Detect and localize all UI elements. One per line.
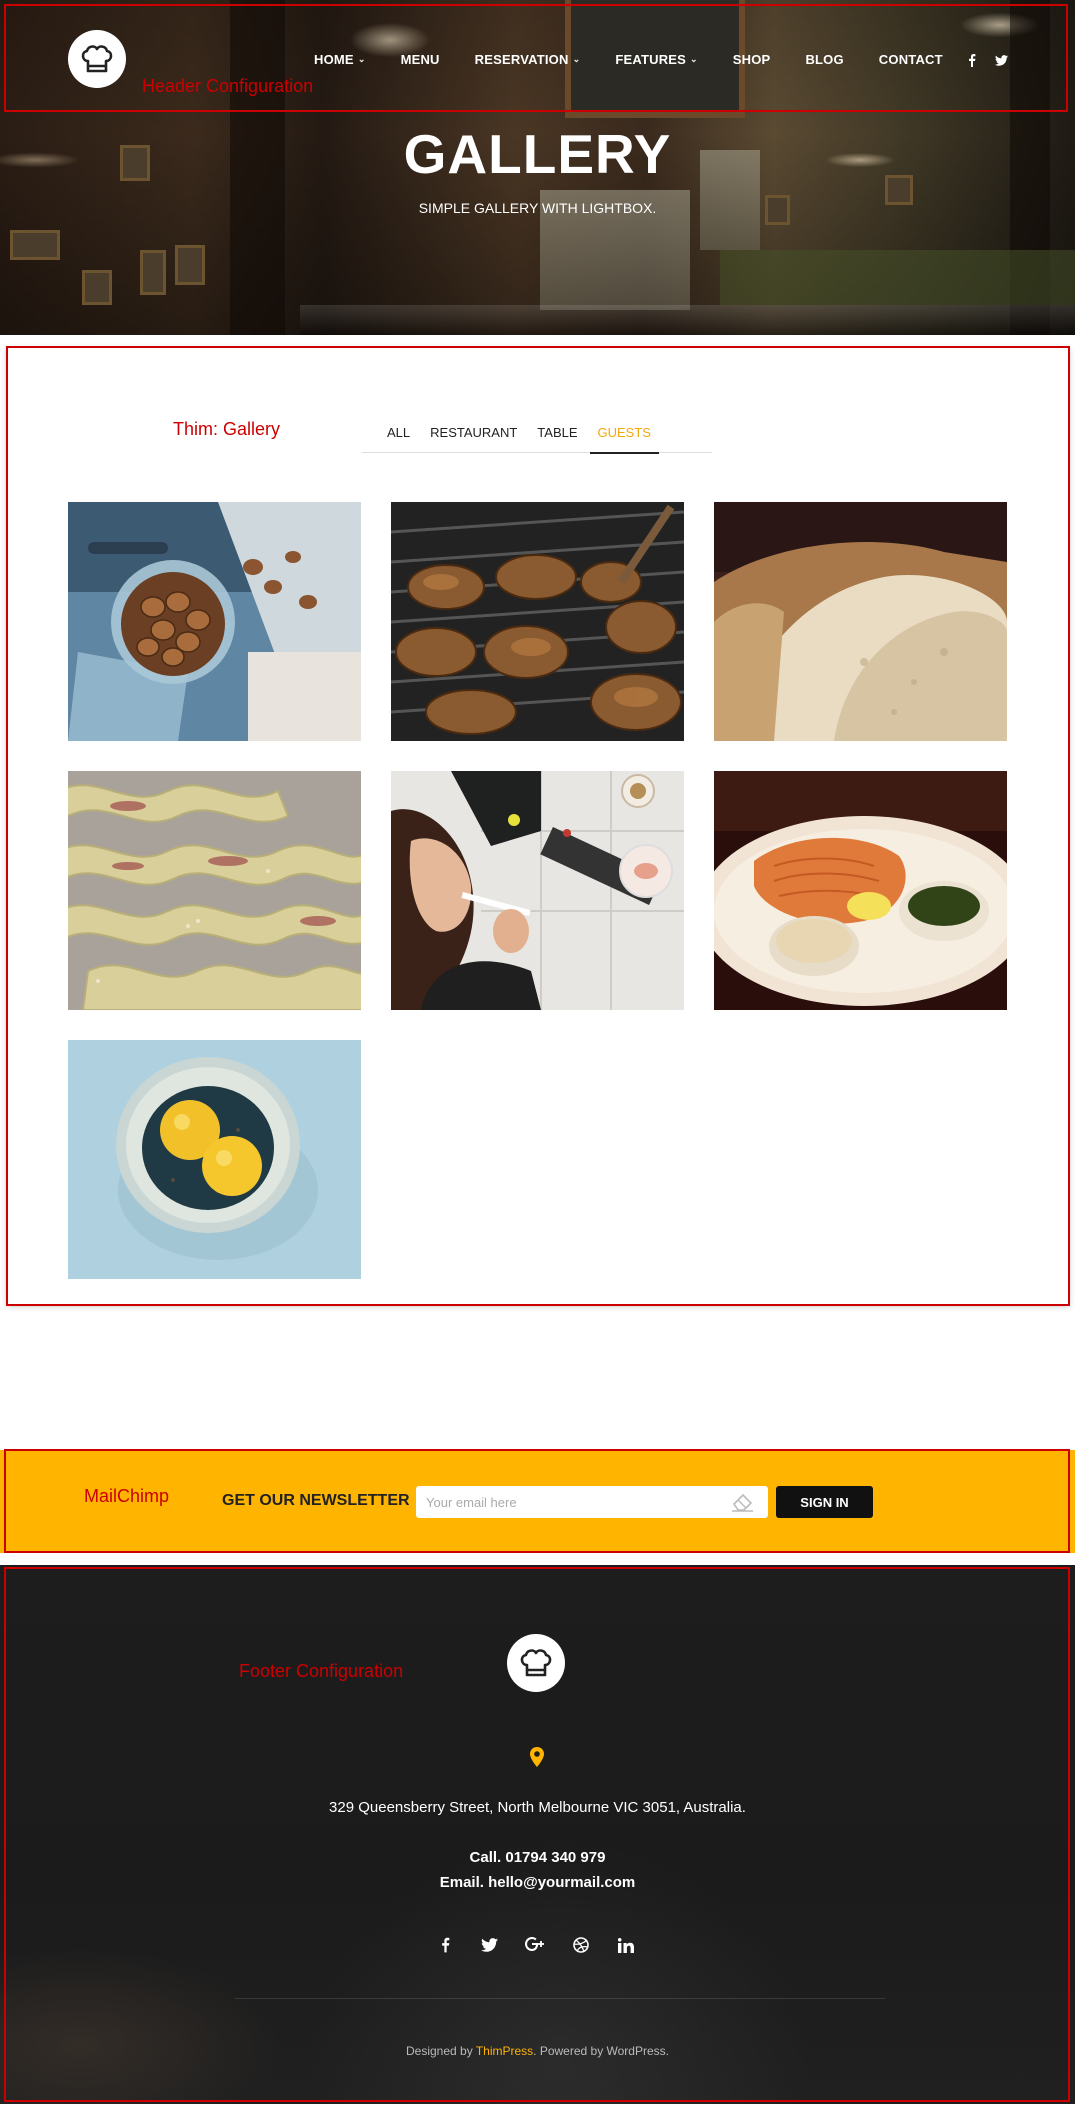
nav-contact[interactable]: CONTACT (879, 52, 943, 67)
gallery-photo (391, 502, 684, 741)
newsletter-title: GET OUR NEWSLETTER (222, 1492, 410, 1509)
hero-background-frame (140, 250, 166, 295)
nav-features-label: FEATURES (615, 52, 687, 67)
chevron-down-icon: ⌄ (357, 54, 366, 64)
nav-features[interactable]: FEATURES ⌄ (615, 52, 697, 67)
hero-background-frame (175, 245, 205, 285)
google-plus-icon (525, 1937, 544, 1952)
hero-background-table (300, 305, 1075, 335)
newsletter-email-input[interactable] (416, 1486, 768, 1518)
hero-background-frame (82, 270, 112, 305)
chevron-down-icon: ⌄ (572, 54, 581, 64)
gallery-annotation-label: Thim: Gallery (173, 419, 281, 439)
nav-shop[interactable]: SHOP (733, 52, 771, 67)
footer-email: Email. hello@yourmail.com (439, 1874, 636, 1891)
filter-table[interactable]: TABLE (537, 425, 577, 453)
gallery-image-bread[interactable] (714, 502, 1007, 741)
chef-hat-icon (520, 1649, 552, 1677)
nav-reservation-label: RESERVATION (474, 52, 569, 67)
header-twitter-link[interactable] (993, 52, 1009, 68)
nav-menu-label: MENU (400, 52, 440, 67)
nav-home-label: HOME (314, 52, 354, 67)
header-annotation-label: Header Configuration (142, 76, 314, 96)
footer-phone: Call. 01794 340 979 (469, 1849, 606, 1866)
hero-background-panel (720, 250, 1075, 305)
footer-linkedin-link[interactable] (615, 1934, 637, 1956)
site-logo[interactable] (68, 30, 126, 88)
gallery-photo (714, 771, 1007, 1010)
gallery-photo (68, 771, 361, 1010)
footer-dribbble-link[interactable] (570, 1934, 592, 1956)
gallery-photo (714, 502, 1007, 741)
filter-restaurant[interactable]: RESTAURANT (430, 425, 517, 453)
gallery-photo (391, 771, 684, 1010)
filter-guests[interactable]: GUESTS (589, 425, 660, 454)
nav-contact-label: CONTACT (878, 52, 943, 67)
nav-reservation[interactable]: RESERVATION ⌄ (475, 52, 581, 67)
footer-credits: Designed by ThimPress. Powered by WordPr… (0, 2044, 1075, 2058)
footer-address: 329 Queensberry Street, North Melbourne … (329, 1799, 746, 1816)
credit-suffix: . Powered by WordPress. (533, 2044, 669, 2058)
gallery-image-woman-eating[interactable] (391, 771, 684, 1010)
nav-shop-label: SHOP (732, 52, 771, 67)
credit-prefix: Designed by (405, 2044, 476, 2058)
footer-google-plus-link[interactable] (524, 1934, 546, 1956)
nav-blog[interactable]: BLOG (805, 52, 843, 67)
newsletter-annotation-label: MailChimp (84, 1486, 170, 1506)
thimpress-link[interactable]: ThimPress (476, 2044, 533, 2058)
nav-blog-label: BLOG (805, 52, 844, 67)
nav-menu[interactable]: MENU (401, 52, 440, 67)
dribbble-icon (573, 1937, 589, 1953)
page-subtitle: SIMPLE GALLERY WITH LIGHTBOX. (418, 200, 657, 216)
main-nav: HOME ⌄ MENU RESERVATION ⌄ FEATURES ⌄ SHOP B… (314, 52, 978, 67)
gallery-image-pastry-rolls[interactable] (68, 771, 361, 1010)
chef-hat-icon (81, 45, 113, 73)
map-pin-icon (530, 1747, 544, 1767)
gallery-image-walnuts[interactable] (68, 502, 361, 741)
footer-annotation-label: Footer Configuration (239, 1661, 404, 1681)
footer-facebook-link[interactable] (434, 1934, 456, 1956)
gallery-image-grilled-meat[interactable] (391, 502, 684, 741)
eraser-icon (732, 1493, 753, 1512)
hero-background-frame (10, 230, 60, 260)
footer-divider (235, 1998, 885, 1999)
gallery-image-lemons-bowl[interactable] (68, 1040, 361, 1279)
gallery-photo (68, 1040, 361, 1279)
gallery-image-salmon-plate[interactable] (714, 771, 1007, 1010)
filter-all[interactable]: ALL (387, 425, 410, 453)
linkedin-icon (618, 1937, 634, 1953)
page-title: GALLERY (403, 123, 672, 185)
gallery-filter-bar: ALL RESTAURANT TABLE GUESTS (362, 425, 712, 454)
facebook-icon (441, 1937, 449, 1953)
facebook-icon (969, 53, 976, 67)
header-facebook-link[interactable] (964, 52, 980, 68)
chevron-down-icon: ⌄ (690, 54, 698, 64)
footer-logo[interactable] (507, 1634, 565, 1692)
twitter-icon (994, 54, 1008, 66)
footer-twitter-link[interactable] (478, 1934, 500, 1956)
nav-home[interactable]: HOME ⌄ (314, 52, 366, 67)
twitter-icon (480, 1938, 498, 1952)
newsletter-sign-in-button[interactable]: SIGN IN (776, 1486, 873, 1518)
gallery-photo (68, 502, 361, 741)
